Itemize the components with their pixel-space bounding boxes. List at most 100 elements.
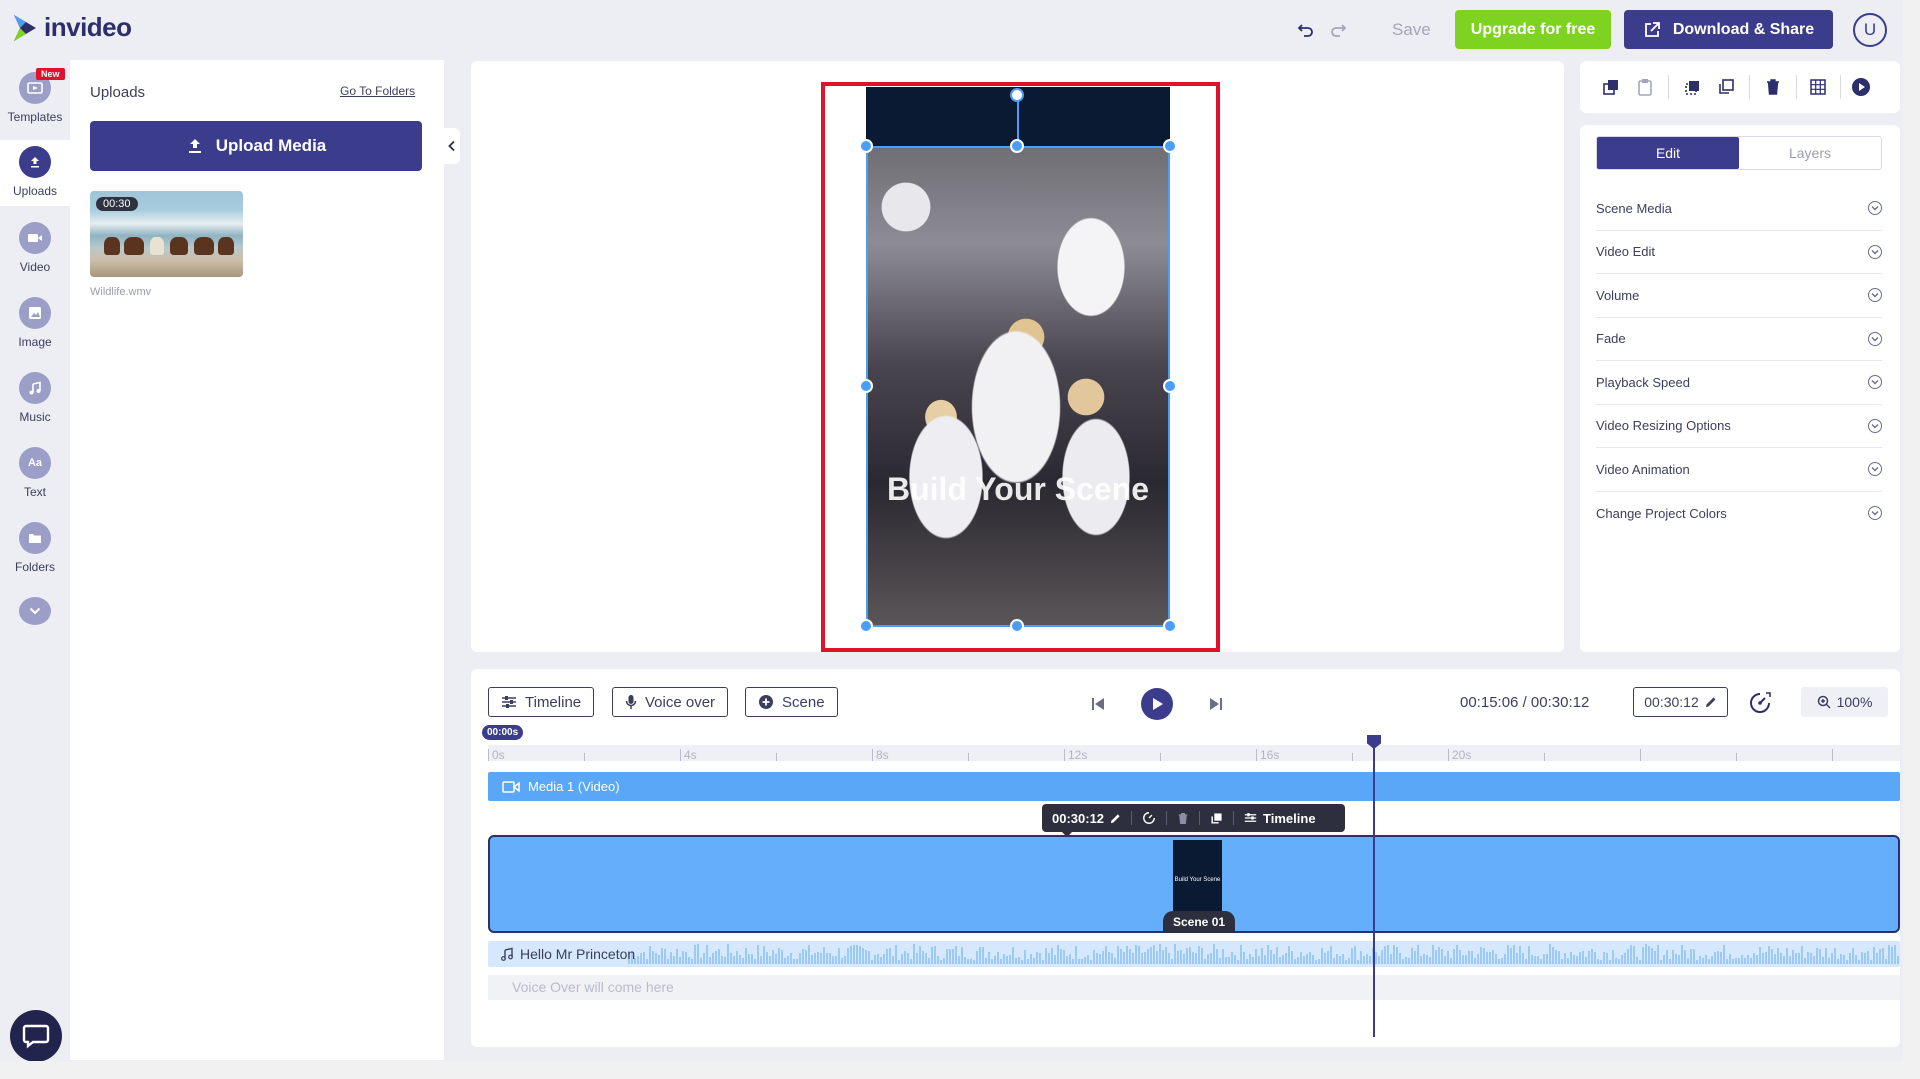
resize-handle-top[interactable] [1010,139,1024,153]
waveform-bar [1519,946,1521,964]
prop-change-project-colors[interactable]: Change Project Colors [1596,492,1882,536]
resize-handle-top-right[interactable] [1163,139,1177,153]
upload-media-button[interactable]: Upload Media [90,121,422,171]
prop-playback-speed[interactable]: Playback Speed [1596,361,1882,405]
rail-item-uploads[interactable]: Uploads [0,140,70,206]
rail-item-folders[interactable]: Folders [0,516,70,580]
undo-button[interactable] [1294,18,1318,42]
clip-delete-button[interactable] [1167,804,1199,832]
duplicate-button[interactable] [1715,76,1737,98]
clip-speed-button[interactable] [1132,804,1166,832]
waveform-bar [1339,956,1341,964]
waveform-bar [1636,957,1638,964]
waveform-bar [994,955,996,964]
waveform-bar [1453,948,1455,964]
waveform-bar [1501,957,1503,964]
download-share-button[interactable]: Download & Share [1624,10,1833,49]
prop-video-edit[interactable]: Video Edit [1596,231,1882,274]
skip-back-button[interactable] [1087,688,1109,720]
timeline-ruler[interactable]: 00:00s 0s 4s 8s 12s 16s 20s [482,725,1900,762]
collapse-panel-button[interactable] [444,128,460,164]
ruler-tick [1352,753,1353,761]
audio-track[interactable]: Hello Mr Princeton [488,941,1900,967]
tab-layers[interactable]: Layers [1739,137,1881,169]
resize-handle-top-left[interactable] [859,139,873,153]
waveform-bar [1102,951,1104,964]
waveform-bar [1846,960,1848,964]
waveform-bar [793,958,795,964]
waveform-bar [1354,946,1356,964]
clip-duration-button[interactable]: 00:30:12 [1042,804,1131,832]
preview-play-button[interactable] [1850,76,1872,98]
waveform-bar [661,947,663,964]
user-avatar[interactable]: U [1853,13,1887,47]
waveform-bar [895,944,897,964]
media-thumbnail[interactable]: 00:30 [90,191,243,277]
clip-timeline-button[interactable]: Timeline [1234,804,1326,832]
resize-handle-bottom-right[interactable] [1163,619,1177,633]
media-track[interactable]: Media 1 (Video) [488,772,1900,801]
rail-item-templates[interactable]: Templates New [0,64,70,132]
waveform-bar [1141,953,1143,964]
rail-item-music[interactable]: Music [0,366,70,430]
playhead[interactable] [1367,735,1381,1037]
rail-item-image[interactable]: Image [0,291,70,355]
prop-video-resizing-options[interactable]: Video Resizing Options [1596,405,1882,448]
waveform-bar [1309,951,1311,964]
bring-front-button[interactable] [1600,76,1622,98]
tab-edit[interactable]: Edit [1597,137,1739,169]
voiceover-track[interactable]: Voice Over will come here [488,975,1900,1000]
waveform-bar [1444,955,1446,964]
waveform-bar [1015,957,1017,964]
rail-item-video[interactable]: Video [0,216,70,280]
chat-button[interactable] [10,1010,62,1062]
delete-button[interactable] [1762,76,1784,98]
waveform-bar [1771,949,1773,964]
go-to-folders-link[interactable]: Go To Folders [340,84,415,98]
paste-button[interactable] [1634,76,1656,98]
voice-over-button[interactable]: Voice over [612,687,729,717]
ruler-label: 20s [1452,748,1472,762]
scene-track[interactable]: Build Your Scene Scene 01 [488,835,1900,933]
play-button[interactable] [1141,688,1173,720]
waveform-bar [643,951,645,964]
waveform-bar [820,952,822,964]
waveform-bar [1741,954,1743,964]
zoom-button[interactable]: 100% [1801,687,1888,717]
skip-forward-button[interactable] [1205,688,1227,720]
upgrade-button[interactable]: Upgrade for free [1455,10,1611,49]
selection-box[interactable] [866,146,1170,627]
waveform-bar [1186,948,1188,964]
horizontal-scrollbar[interactable] [0,1061,1920,1079]
resize-handle-right[interactable] [1163,379,1177,393]
rotate-handle[interactable] [1010,88,1024,102]
clip-duplicate-button[interactable] [1200,804,1233,832]
scene-thumbnail[interactable]: Build Your Scene [1173,840,1222,920]
edit-duration-button[interactable]: 00:30:12 [1633,687,1728,717]
resize-handle-bottom-left[interactable] [859,619,873,633]
save-button[interactable]: Save [1384,16,1439,44]
pencil-icon [1705,697,1716,707]
add-scene-button[interactable]: Scene [745,687,838,717]
resize-handle-bottom[interactable] [1010,619,1024,633]
rail-label: Templates [7,110,63,124]
prop-fade[interactable]: Fade [1596,318,1882,361]
redo-button[interactable] [1326,18,1350,42]
ruler-tick [1640,749,1641,761]
rail-more-button[interactable] [0,591,70,631]
prop-scene-media[interactable]: Scene Media [1596,187,1882,231]
duplicate-icon [1719,79,1734,94]
grid-button[interactable] [1807,76,1829,98]
waveform-bar [691,959,693,964]
timeline-button[interactable]: Timeline [488,687,595,717]
vertical-scrollbar[interactable] [1903,0,1920,1061]
waveform-bar [1834,947,1836,964]
send-backward-button[interactable] [1682,76,1704,98]
speed-button[interactable] [1748,691,1772,715]
prop-volume[interactable]: Volume [1596,274,1882,318]
rail-item-text[interactable]: Aa Text [0,441,70,505]
app-logo[interactable]: invideo [12,12,132,43]
scene-label[interactable]: Scene 01 [1163,911,1236,933]
resize-handle-left[interactable] [859,379,873,393]
prop-video-animation[interactable]: Video Animation [1596,448,1882,492]
